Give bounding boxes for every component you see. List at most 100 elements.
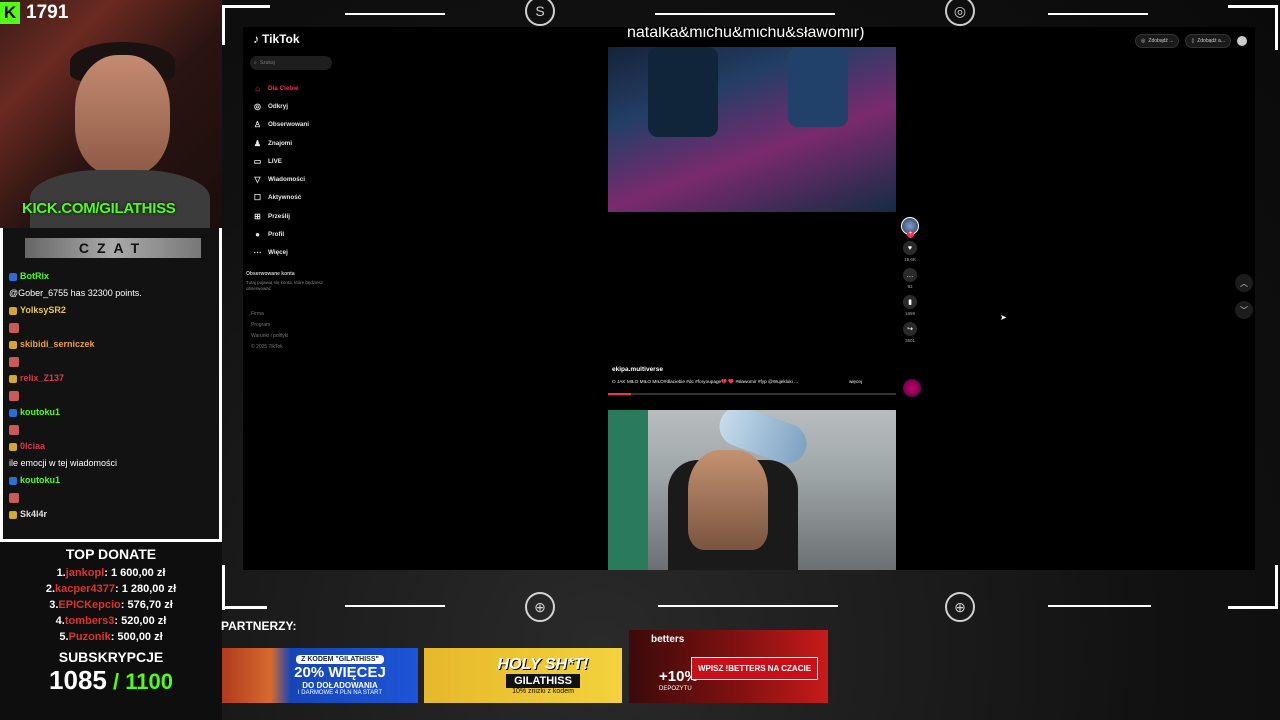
follow-plus-icon[interactable]: + xyxy=(907,231,914,238)
action-icon[interactable]: ♥ xyxy=(903,241,917,255)
nav-item-więcej[interactable]: ⋯ Więcej xyxy=(253,244,343,262)
chat-username[interactable]: 0lciaa xyxy=(20,438,45,455)
donate-rank: 4. xyxy=(55,615,65,627)
frame-bar xyxy=(658,605,838,607)
search-placeholder: Szukaj xyxy=(259,60,275,66)
music-disc-icon[interactable] xyxy=(903,379,921,397)
nav-icon: ♙ xyxy=(253,120,262,130)
nav-item-obserwowani[interactable]: ♙ Obserwowani xyxy=(253,116,343,134)
chat-username[interactable]: koutoku1 xyxy=(20,472,60,489)
action-count: 93 xyxy=(907,284,913,289)
tiktok-window: ♪ TikTok ⌕ Szukaj ⌂ Dla Ciebie ◎ Odkryj ♙ Obser… xyxy=(243,27,1255,570)
frame-corner xyxy=(222,5,270,8)
chat-message: BotRix xyxy=(9,268,219,285)
donate-item: 5.Puzonik: 500,00 zł xyxy=(0,629,222,645)
chat-message: Sk4l4r xyxy=(9,506,219,523)
nav-label: Obserwowani xyxy=(268,121,309,129)
partner-ad-betters[interactable]: betters +10% DEPOZYTU WPISZ !BETTERS NA … xyxy=(629,630,828,703)
chat-username[interactable]: skibidi_serniczek xyxy=(20,336,95,353)
video-progress[interactable] xyxy=(608,393,896,395)
action-count: 19,6K xyxy=(904,257,916,262)
chat-username[interactable]: Sk4l4r xyxy=(20,506,47,523)
action-icon[interactable]: ↪ xyxy=(903,322,917,336)
chat-message: skibidi_serniczek xyxy=(9,336,219,353)
donate-name: kacper4377 xyxy=(55,583,115,595)
donate-name: tombers3 xyxy=(64,615,115,627)
donate-rank: 2. xyxy=(45,583,56,595)
tiktok-nav: ⌂ Dla Ciebie ◎ Odkryj ♙ Obserwowani ♟ Znajomi ▭ L… xyxy=(253,79,343,262)
creator-avatar[interactable]: + xyxy=(901,217,919,238)
video-player-1[interactable] xyxy=(608,47,896,212)
ad-code: GILATHISS xyxy=(506,674,580,688)
nav-icon: ⌂ xyxy=(255,83,260,93)
nav-item-znajomi[interactable]: ♟ Znajomi xyxy=(253,134,343,152)
nav-item-profil[interactable]: ● Profil xyxy=(253,225,343,243)
tiktok-logo[interactable]: ♪ TikTok xyxy=(253,32,300,46)
video-progress-fill xyxy=(608,393,632,395)
action-count: 1659 xyxy=(904,311,915,316)
nav-item-odkryj[interactable]: ◎ Odkryj xyxy=(253,97,343,115)
chat-message: YolksySR2 xyxy=(9,302,219,319)
video-figure xyxy=(788,47,848,127)
nav-icon: ▽ xyxy=(254,175,261,185)
chat-username[interactable]: koutoku1 xyxy=(20,404,60,421)
nav-item-live[interactable]: ▭ LIVE xyxy=(253,152,343,170)
chat-text: @Gober_6755 has 32300 points. xyxy=(9,288,142,298)
get-app-button[interactable]: ▯ Zdobądź a... xyxy=(1185,34,1231,48)
author-name[interactable]: ekipa.multiverse xyxy=(612,366,862,373)
scroll-down-button[interactable]: ﹀ xyxy=(1235,301,1253,319)
partner-ad-holy[interactable]: HOLY SH*T! GILATHISS 10% zniżki z kodem xyxy=(424,648,622,703)
footer-link[interactable]: © 2025 TikTok xyxy=(251,342,288,353)
chat-username[interactable]: relix_Z137 xyxy=(20,370,64,387)
get-coins-button[interactable]: ◎ Zdobądź ... xyxy=(1135,34,1180,48)
chat-badge-icon xyxy=(9,442,17,451)
scroll-up-button[interactable]: ︿ xyxy=(1235,274,1253,292)
tiktok-logo-text: TikTok xyxy=(262,32,300,46)
donate-name: EPICKepcio xyxy=(58,599,121,611)
nav-label: Aktywność xyxy=(268,194,302,202)
donate-panel: TOP DONATE 1.jankopl: 1 600,00 zł 2.kacpe… xyxy=(0,542,222,720)
nav-item-aktywność[interactable]: ☐ Aktywność xyxy=(253,189,343,207)
video-action[interactable]: ↪ 2601 xyxy=(901,322,919,343)
chat-username[interactable]: BotRix xyxy=(20,268,49,285)
nav-icon: ♟ xyxy=(253,138,262,148)
footer-link[interactable]: Firma xyxy=(251,309,288,320)
search-input[interactable]: ⌕ Szukaj xyxy=(250,56,332,70)
frame-corner xyxy=(1275,5,1278,50)
action-icon[interactable]: ▮ xyxy=(903,295,917,309)
chevron-down-icon: ﹀ xyxy=(1240,305,1248,315)
action-icon[interactable]: … xyxy=(903,268,917,282)
ad-headline: HOLY SH*T! xyxy=(497,656,589,673)
nav-item-prześlij[interactable]: ⊞ Prześlij xyxy=(253,207,343,225)
ad-brand: betters xyxy=(651,634,685,645)
pill-label: Zdobądź ... xyxy=(1148,38,1174,44)
frame-bar xyxy=(1048,13,1148,15)
chat-messages: BotRix @Gober_6755 has 32300 points. Yolks… xyxy=(9,268,219,523)
video-figure xyxy=(648,47,718,137)
subs-current: 1085 xyxy=(49,665,107,695)
chat-text: ile emocji w tej wiadomości xyxy=(9,458,118,468)
chat-message: ile emocji w tej wiadomości xyxy=(9,455,219,472)
footer-link[interactable]: Warunki i polityki xyxy=(251,331,288,342)
frame-corner xyxy=(1275,565,1278,609)
donate-amount: : 576,70 zł xyxy=(120,599,173,611)
followed-title: Obserwowane konta xyxy=(246,271,295,277)
nav-item-wiadomości[interactable]: ▽ Wiadomości xyxy=(253,170,343,188)
tiktok-note-icon: ♪ xyxy=(253,32,259,46)
nav-item-dla-ciebie[interactable]: ⌂ Dla Ciebie xyxy=(253,79,343,97)
video-banner xyxy=(608,410,648,570)
video-action[interactable]: ♥ 19,6K xyxy=(901,241,919,262)
video-player-2[interactable] xyxy=(608,410,896,570)
webcam-feed xyxy=(0,0,222,228)
followed-desc: Tutaj pojawią się konta, które będziesz … xyxy=(246,280,324,292)
profile-avatar[interactable] xyxy=(1237,36,1247,46)
more-link[interactable]: więcej xyxy=(849,379,862,385)
video-action[interactable]: ▮ 1659 xyxy=(901,295,919,316)
caption-text: O JAK MIŁO MIŁO MIŁO#dlaciebie #dc #fory… xyxy=(612,379,798,384)
video-action[interactable]: … 93 xyxy=(901,268,919,289)
chat-emote-icon xyxy=(9,424,19,435)
chat-username[interactable]: YolksySR2 xyxy=(20,302,66,319)
nav-icon: ⋯ xyxy=(253,248,262,258)
footer-link[interactable]: Program xyxy=(251,320,288,331)
partner-ad-casehug[interactable]: Z KODEM "GILATHISS" 20% WIĘCEJ DO DOŁADO… xyxy=(222,648,418,703)
